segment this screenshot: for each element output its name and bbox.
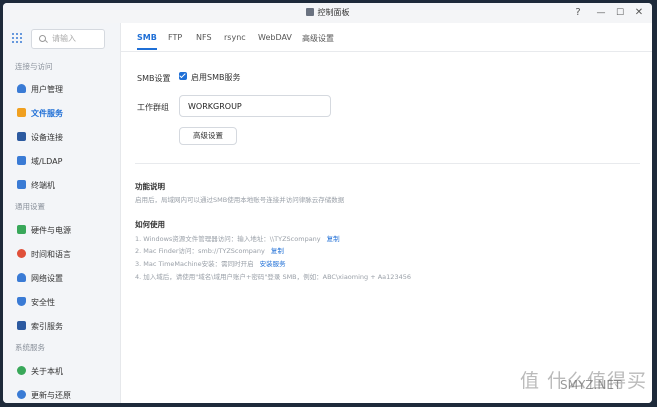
sidebar-search[interactable] — [31, 29, 105, 49]
active-tab-indicator — [137, 48, 157, 50]
feature-description: 启用后，局域网内可以通过SMB使用本地账号连接并访问律脉云存储数据 — [135, 196, 345, 204]
sidebar-item-network[interactable]: 网络设置 — [3, 268, 120, 288]
copy-link[interactable]: 复制 — [327, 235, 340, 243]
tab-advanced[interactable]: 高级设置 — [302, 33, 334, 44]
tab-webdav[interactable]: WebDAV — [258, 33, 292, 42]
update-icon — [17, 390, 26, 399]
sidebar-item-label: 网络设置 — [31, 274, 63, 283]
sidebar-item-label: 终端机 — [31, 181, 55, 190]
sidebar-item-label: 时间和语言 — [31, 250, 71, 259]
workgroup-label: 工作群组 — [137, 103, 169, 112]
tab-bar: SMB FTP NFS rsync WebDAV 高级设置 — [121, 23, 652, 52]
hardware-icon — [17, 225, 26, 234]
sidebar-item-label: 域/LDAP — [31, 157, 63, 166]
usage-step-text: 4. 加入域后，请使用"域名\域用户账户+密码"登录 SMB，例如：ABC\xi… — [135, 273, 411, 281]
usage-step-4: 4. 加入域后，请使用"域名\域用户账户+密码"登录 SMB，例如：ABC\xi… — [135, 271, 411, 281]
copy-link[interactable]: 复制 — [271, 247, 284, 255]
watermark-sub: SMYZ.NET — [560, 378, 622, 392]
sidebar-item-hardware[interactable]: 硬件与电源 — [3, 220, 120, 240]
smb-settings-label: SMB设置 — [137, 74, 171, 83]
sidebar-item-label: 索引服务 — [31, 322, 63, 331]
section-connection: 连接与访问 — [15, 62, 53, 71]
device-icon — [17, 132, 26, 141]
shield-icon — [17, 297, 26, 306]
section-system: 系统服务 — [15, 343, 45, 352]
sidebar-item-label: 硬件与电源 — [31, 226, 71, 235]
file-service-icon — [17, 108, 26, 117]
sidebar-item-ldap[interactable]: 域/LDAP — [3, 151, 120, 171]
close-button[interactable]: ✕ — [631, 5, 647, 21]
sidebar-item-index[interactable]: 索引服务 — [3, 316, 120, 336]
title-bar: 控制面板 ? — ☐ ✕ — [3, 3, 652, 24]
main-content: SMB FTP NFS rsync WebDAV 高级设置 SMB设置 启用SM… — [121, 23, 652, 403]
ldap-icon — [17, 156, 26, 165]
user-icon — [17, 84, 26, 93]
sidebar: 连接与访问 用户管理 文件服务 设备连接 域/LDAP 终端机 通用设置 硬件与… — [3, 23, 121, 403]
sidebar-item-about[interactable]: 关于本机 — [3, 361, 120, 381]
index-icon — [17, 321, 26, 330]
maximize-button[interactable]: ☐ — [612, 5, 628, 21]
tab-nfs[interactable]: NFS — [196, 33, 212, 42]
sidebar-item-label: 安全性 — [31, 298, 55, 307]
control-panel-window: 控制面板 ? — ☐ ✕ 连接与访问 用户管理 文件服务 设备连接 — [3, 3, 652, 403]
usage-step-text: 1. Windows资源文件管理器访问：输入地址：\\TYZScompany — [135, 235, 321, 243]
control-panel-icon — [305, 8, 314, 16]
sidebar-item-time-language[interactable]: 时间和语言 — [3, 244, 120, 264]
sidebar-item-users[interactable]: 用户管理 — [3, 79, 120, 99]
info-icon — [17, 366, 26, 375]
help-button[interactable]: ? — [570, 5, 586, 21]
terminal-icon — [17, 180, 26, 189]
section-general: 通用设置 — [15, 202, 45, 211]
sidebar-item-terminal[interactable]: 终端机 — [3, 175, 120, 195]
sidebar-item-security[interactable]: 安全性 — [3, 292, 120, 312]
tab-smb[interactable]: SMB — [137, 33, 157, 42]
sidebar-item-update[interactable]: 更新与还原 — [3, 385, 120, 403]
sidebar-item-label: 关于本机 — [31, 367, 63, 376]
tab-rsync[interactable]: rsync — [224, 33, 246, 42]
enable-smb-label[interactable]: 启用SMB服务 — [191, 72, 240, 83]
sidebar-item-label: 用户管理 — [31, 85, 63, 94]
feature-heading: 功能说明 — [135, 182, 165, 191]
tab-ftp[interactable]: FTP — [168, 33, 182, 42]
sidebar-item-label: 文件服务 — [31, 109, 63, 118]
sidebar-item-label: 设备连接 — [31, 133, 63, 142]
search-input[interactable] — [52, 32, 100, 44]
usage-step-1: 1. Windows资源文件管理器访问：输入地址：\\TYZScompany 复制 — [135, 233, 340, 243]
usage-step-text: 2. Mac Finder访问：smb://TYZScompany — [135, 247, 265, 255]
minimize-button[interactable]: — — [593, 5, 609, 21]
sidebar-item-label: 更新与还原 — [31, 391, 71, 400]
usage-step-3: 3. Mac TimeMachine安装：需同时开启 安装服务 — [135, 258, 286, 268]
network-icon — [17, 273, 26, 282]
window-title: 控制面板 — [317, 8, 350, 17]
usage-step-text: 3. Mac TimeMachine安装：需同时开启 — [135, 260, 254, 268]
usage-step-2: 2. Mac Finder访问：smb://TYZScompany 复制 — [135, 245, 284, 255]
sidebar-item-devices[interactable]: 设备连接 — [3, 127, 120, 147]
workgroup-input[interactable] — [179, 95, 331, 117]
install-service-link[interactable]: 安装服务 — [260, 260, 286, 268]
window-title-area: 控制面板 — [3, 7, 652, 18]
search-icon — [39, 35, 46, 42]
divider — [135, 163, 640, 164]
apps-grid-icon[interactable] — [12, 33, 24, 45]
clock-icon — [17, 249, 26, 258]
usage-heading: 如何使用 — [135, 220, 165, 229]
advanced-settings-button[interactable]: 高级设置 — [179, 127, 237, 145]
sidebar-item-file-service[interactable]: 文件服务 — [3, 103, 120, 123]
enable-smb-checkbox[interactable] — [179, 72, 187, 80]
